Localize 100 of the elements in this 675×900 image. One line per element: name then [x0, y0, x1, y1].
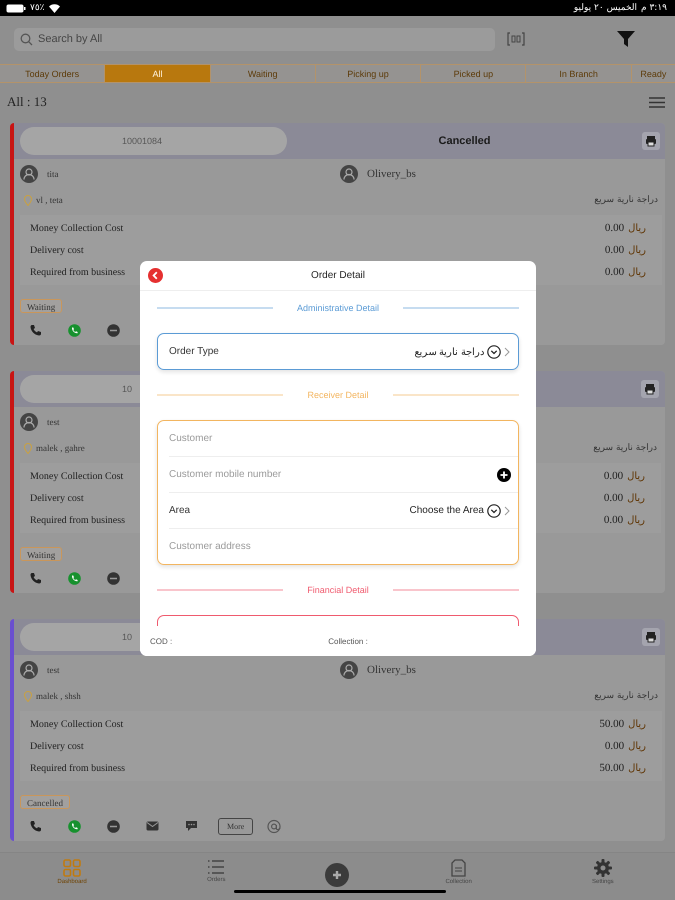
filter-tab[interactable]: In Branch	[526, 65, 632, 82]
settings-icon	[594, 859, 612, 877]
filter-tab[interactable]: Ready	[632, 65, 675, 82]
order-id: 10	[122, 384, 132, 394]
dialog-title: Order Detail	[311, 270, 365, 281]
location-text: vl , teta	[36, 195, 63, 205]
cost-amount: 50.00	[599, 762, 624, 774]
add-icon[interactable]	[497, 468, 511, 482]
section-title: Financial Detail	[306, 585, 370, 595]
currency-label: ريال	[628, 718, 646, 730]
whatsapp-icon[interactable]	[68, 820, 81, 832]
cost-amount: 0.00	[604, 492, 624, 504]
message-icon[interactable]	[107, 820, 120, 832]
cost-label: Required from business	[30, 762, 125, 774]
location-pin-icon	[24, 690, 32, 702]
cost-label: Money Collection Cost	[30, 470, 124, 482]
status-tag: Waiting	[20, 547, 62, 561]
driver-name: Olivery_bs	[367, 664, 416, 676]
filter-icon[interactable]	[617, 31, 635, 47]
message-icon[interactable]	[107, 572, 120, 584]
currency-label: ريال	[628, 762, 646, 774]
sender-name: test	[47, 417, 60, 427]
location-pin-icon	[24, 194, 32, 206]
user-avatar-icon	[20, 165, 38, 183]
scan-icon[interactable]	[507, 32, 525, 46]
message-icon[interactable]	[107, 324, 120, 336]
list-icon	[207, 859, 226, 875]
chat-icon[interactable]	[185, 820, 198, 832]
user-avatar-icon	[340, 165, 358, 183]
currency-label: ريال	[627, 514, 645, 526]
currency-label: ريال	[627, 470, 645, 482]
cost-label: Delivery cost	[30, 492, 84, 504]
cost-amount: 0.00	[604, 266, 624, 278]
location-pin-icon	[24, 442, 32, 454]
summary-label: COD :	[150, 636, 172, 646]
order-id: 10001084	[122, 136, 162, 146]
plus-icon	[332, 870, 342, 880]
cost-label: Required from business	[30, 266, 125, 278]
cost-amount: 0.00	[604, 514, 624, 526]
input-field[interactable]: Customer address	[169, 529, 518, 564]
filter-tab[interactable]: Picking up	[316, 65, 422, 82]
field-label: Order Type	[169, 346, 220, 357]
battery-icon	[6, 4, 26, 12]
sender-name: test	[47, 665, 60, 675]
status-date: الخميس ٢٠ يوليو	[574, 3, 638, 13]
cost-amount: 0.00	[604, 470, 624, 482]
grid-icon	[63, 859, 82, 877]
phone-icon[interactable]	[30, 820, 42, 832]
cost-label: Required from business	[30, 514, 125, 526]
currency-label: ريال	[628, 244, 646, 256]
wifi-icon	[48, 4, 60, 12]
field-value: دراجة نارية سريع	[414, 346, 484, 358]
filter-tab[interactable]: Today Orders	[0, 65, 106, 82]
order-count: All : 13	[7, 94, 47, 110]
filter-tab[interactable]: Picked up	[421, 65, 526, 82]
cost-label: Delivery cost	[30, 740, 84, 752]
add-button[interactable]	[325, 863, 350, 887]
filter-tab[interactable]: Waiting	[210, 65, 316, 82]
order-status: Cancelled	[438, 135, 492, 147]
battery-percent: ٧٥٪	[30, 3, 45, 13]
currency-label: ريال	[627, 492, 645, 504]
phone-icon[interactable]	[30, 324, 42, 336]
print-icon[interactable]	[642, 628, 660, 646]
more-button[interactable]: More	[218, 818, 254, 834]
input-field[interactable]: Customer mobile number	[169, 457, 497, 492]
whatsapp-icon[interactable]	[68, 324, 81, 336]
filter-tab[interactable]: All	[105, 65, 211, 82]
cost-amount: 0.00	[604, 222, 624, 234]
chevron-right-icon	[504, 506, 510, 516]
section-title: Receiver Detail	[306, 390, 370, 400]
input-field[interactable]: Customer	[169, 421, 518, 456]
search-field[interactable]: Search by All	[14, 28, 495, 50]
at-sign-icon[interactable]	[267, 818, 284, 834]
select-field[interactable]: Area Choose the Area	[169, 493, 518, 528]
currency-label: ريال	[628, 222, 646, 234]
order-type: دراجة نارية سريع	[593, 443, 657, 453]
cost-label: Delivery cost	[30, 244, 84, 256]
order-id: 10	[122, 632, 132, 642]
back-icon[interactable]	[148, 268, 163, 283]
cost-amount: 50.00	[599, 718, 624, 730]
menu-icon[interactable]	[649, 96, 665, 108]
mail-icon[interactable]	[146, 821, 159, 831]
field-label: Area	[169, 505, 192, 516]
status-time: ٣:١٩ م	[641, 3, 667, 13]
cost-label: Money Collection Cost	[30, 222, 124, 234]
section-title: Administrative Detail	[296, 303, 380, 313]
location-text: malek , gahre	[36, 443, 85, 453]
chevron-right-icon	[504, 346, 510, 356]
user-avatar-icon	[20, 413, 38, 431]
print-icon[interactable]	[642, 132, 660, 150]
whatsapp-icon[interactable]	[68, 572, 81, 584]
cost-amount: 0.00	[604, 244, 624, 256]
currency-label: ريال	[628, 740, 646, 752]
phone-icon[interactable]	[30, 572, 42, 584]
print-icon[interactable]	[641, 380, 659, 398]
dropdown-icon	[487, 344, 501, 358]
user-avatar-icon	[20, 661, 38, 679]
currency-label: ريال	[628, 266, 646, 278]
driver-name: Olivery_bs	[367, 168, 416, 180]
order-type: دراجة نارية سريع	[594, 195, 658, 205]
